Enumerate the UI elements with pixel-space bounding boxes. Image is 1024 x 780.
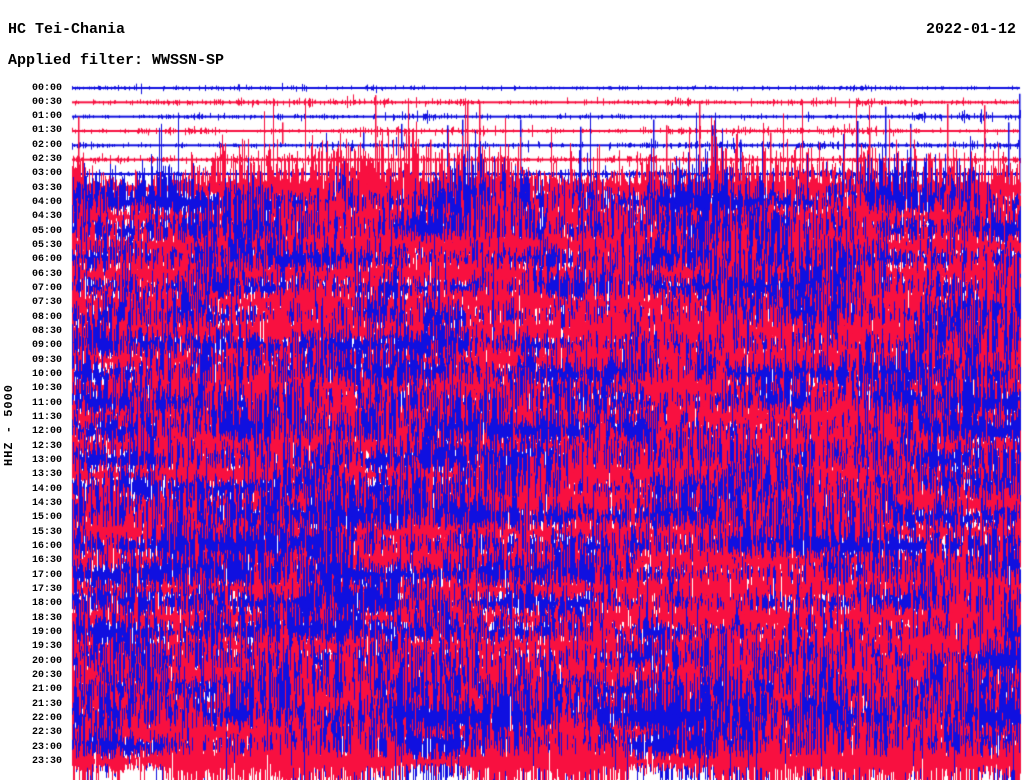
time-label-16:30: 16:30 [31,555,62,567]
time-label-01:30: 01:30 [31,125,62,137]
time-label-14:30: 14:30 [31,498,62,510]
time-label-17:30: 17:30 [31,584,62,596]
time-label-04:30: 04:30 [31,211,62,223]
helicorder-canvas [0,0,1024,780]
time-label-00:30: 00:30 [31,96,62,108]
time-label-12:00: 12:00 [31,426,62,438]
time-label-05:00: 05:00 [31,225,62,237]
time-label-18:00: 18:00 [31,598,62,610]
time-label-16:00: 16:00 [31,541,62,553]
time-label-08:30: 08:30 [31,326,62,338]
time-label-07:00: 07:00 [31,283,62,295]
time-label-02:00: 02:00 [31,139,62,151]
time-axis: 00:00 00:30 01:00 01:30 02:00 02:30 03:00 03:30… [0,0,62,780]
time-label-13:00: 13:00 [31,455,62,467]
time-label-23:30: 23:30 [31,756,62,767]
time-label-21:30: 21:30 [31,698,62,710]
time-label-11:30: 11:30 [31,412,62,424]
time-label-06:30: 06:30 [31,268,62,280]
time-label-00:00: 00:00 [31,82,62,94]
time-label-09:30: 09:30 [31,354,62,366]
time-label-18:30: 18:30 [31,612,62,624]
time-label-20:00: 20:00 [31,655,62,667]
time-label-10:30: 10:30 [31,383,62,395]
time-label-13:30: 13:30 [31,469,62,481]
time-label-04:00: 04:00 [31,197,62,209]
time-label-03:00: 03:00 [31,168,62,180]
time-label-22:30: 22:30 [31,727,62,739]
time-label-10:00: 10:00 [31,369,62,381]
time-label-23:00: 23:00 [31,741,62,753]
time-label-22:00: 22:00 [31,713,62,725]
time-label-19:30: 19:30 [31,641,62,653]
time-label-01:00: 01:00 [31,111,62,123]
time-label-12:30: 12:30 [31,440,62,452]
time-label-05:30: 05:30 [31,240,62,252]
time-label-19:00: 19:00 [31,627,62,639]
time-label-08:00: 08:00 [31,311,62,323]
time-label-07:30: 07:30 [31,297,62,309]
time-label-15:00: 15:00 [31,512,62,524]
time-label-15:30: 15:30 [31,526,62,538]
time-label-02:30: 02:30 [31,154,62,166]
helicorder-page: HC Tei-Chania 2022-01-12 Applied filter:… [0,0,1024,780]
time-label-09:00: 09:00 [31,340,62,352]
date-label: 2022-01-12 [925,21,1016,38]
time-label-03:30: 03:30 [31,182,62,194]
time-label-17:00: 17:00 [31,569,62,581]
time-label-14:00: 14:00 [31,483,62,495]
time-label-20:30: 20:30 [31,670,62,682]
time-label-21:00: 21:00 [31,684,62,696]
time-label-11:00: 11:00 [31,397,62,409]
time-label-06:00: 06:00 [31,254,62,266]
